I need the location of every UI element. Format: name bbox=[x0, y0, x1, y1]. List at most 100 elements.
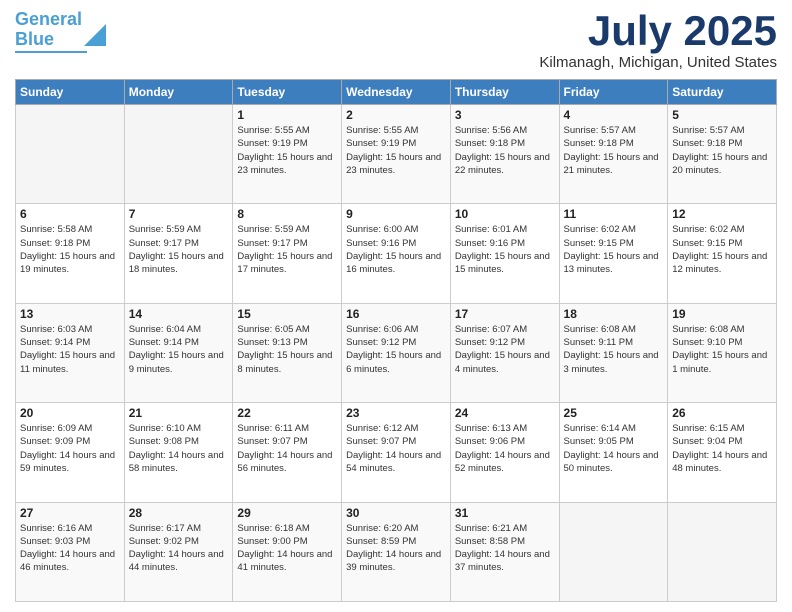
day-number: 25 bbox=[564, 406, 664, 420]
day-number: 5 bbox=[672, 108, 772, 122]
day-number: 22 bbox=[237, 406, 337, 420]
day-number: 18 bbox=[564, 307, 664, 321]
calendar-cell bbox=[559, 502, 668, 601]
weekday-header: Thursday bbox=[450, 80, 559, 105]
calendar-cell: 25Sunrise: 6:14 AM Sunset: 9:05 PM Dayli… bbox=[559, 403, 668, 502]
day-info: Sunrise: 6:08 AM Sunset: 9:10 PM Dayligh… bbox=[672, 323, 772, 376]
day-info: Sunrise: 6:00 AM Sunset: 9:16 PM Dayligh… bbox=[346, 223, 446, 276]
weekday-header: Wednesday bbox=[342, 80, 451, 105]
day-info: Sunrise: 5:55 AM Sunset: 9:19 PM Dayligh… bbox=[237, 124, 337, 177]
day-info: Sunrise: 6:13 AM Sunset: 9:06 PM Dayligh… bbox=[455, 422, 555, 475]
calendar-cell bbox=[668, 502, 777, 601]
month-title: July 2025 bbox=[539, 10, 777, 52]
day-number: 2 bbox=[346, 108, 446, 122]
day-info: Sunrise: 6:18 AM Sunset: 9:00 PM Dayligh… bbox=[237, 522, 337, 575]
day-info: Sunrise: 6:02 AM Sunset: 9:15 PM Dayligh… bbox=[564, 223, 664, 276]
weekday-header: Friday bbox=[559, 80, 668, 105]
day-number: 24 bbox=[455, 406, 555, 420]
day-info: Sunrise: 6:05 AM Sunset: 9:13 PM Dayligh… bbox=[237, 323, 337, 376]
day-info: Sunrise: 6:06 AM Sunset: 9:12 PM Dayligh… bbox=[346, 323, 446, 376]
day-info: Sunrise: 6:10 AM Sunset: 9:08 PM Dayligh… bbox=[129, 422, 229, 475]
calendar-cell: 19 Sunrise: 6:08 AM Sunset: 9:10 PM Dayli… bbox=[668, 303, 777, 402]
day-info: Sunrise: 6:07 AM Sunset: 9:12 PM Dayligh… bbox=[455, 323, 555, 376]
weekday-header: Sunday bbox=[16, 80, 125, 105]
day-number: 31 bbox=[455, 506, 555, 520]
calendar-cell: 24 Sunrise: 6:13 AM Sunset: 9:06 PM Dayli… bbox=[450, 403, 559, 502]
calendar-cell: 14 Sunrise: 6:04 AM Sunset: 9:14 PM Dayli… bbox=[124, 303, 233, 402]
weekday-header: Saturday bbox=[668, 80, 777, 105]
day-info: Sunrise: 5:59 AM Sunset: 9:17 PM Dayligh… bbox=[129, 223, 229, 276]
calendar-cell: 4 Sunrise: 5:57 AM Sunset: 9:18 PM Daylig… bbox=[559, 105, 668, 204]
day-number: 12 bbox=[672, 207, 772, 221]
logo-text: General Blue bbox=[15, 10, 82, 50]
day-info: Sunrise: 6:08 AM Sunset: 9:11 PM Dayligh… bbox=[564, 323, 664, 376]
location: Kilmanagh, Michigan, United States bbox=[539, 54, 777, 71]
calendar-cell: 16 Sunrise: 6:06 AM Sunset: 9:12 PM Dayli… bbox=[342, 303, 451, 402]
logo: General Blue bbox=[15, 10, 106, 53]
day-number: 28 bbox=[129, 506, 229, 520]
logo-icon bbox=[84, 24, 106, 46]
calendar-cell: 31 Sunrise: 6:21 AM Sunset: 8:58 PM Dayli… bbox=[450, 502, 559, 601]
day-info: Sunrise: 5:59 AM Sunset: 9:17 PM Dayligh… bbox=[237, 223, 337, 276]
day-number: 6 bbox=[20, 207, 120, 221]
day-number: 7 bbox=[129, 207, 229, 221]
day-number: 14 bbox=[129, 307, 229, 321]
day-number: 11 bbox=[564, 207, 664, 221]
calendar-cell: 12 Sunrise: 6:02 AM Sunset: 9:15 PM Dayli… bbox=[668, 204, 777, 303]
day-number: 10 bbox=[455, 207, 555, 221]
day-info: Sunrise: 6:16 AM Sunset: 9:03 PM Dayligh… bbox=[20, 522, 120, 575]
day-info: Sunrise: 6:15 AM Sunset: 9:04 PM Dayligh… bbox=[672, 422, 772, 475]
day-number: 13 bbox=[20, 307, 120, 321]
day-info: Sunrise: 6:04 AM Sunset: 9:14 PM Dayligh… bbox=[129, 323, 229, 376]
day-number: 20 bbox=[20, 406, 120, 420]
day-number: 16 bbox=[346, 307, 446, 321]
calendar-cell: 6Sunrise: 5:58 AM Sunset: 9:18 PM Daylig… bbox=[16, 204, 125, 303]
day-number: 27 bbox=[20, 506, 120, 520]
calendar-cell: 27 Sunrise: 6:16 AM Sunset: 9:03 PM Dayli… bbox=[16, 502, 125, 601]
day-number: 4 bbox=[564, 108, 664, 122]
calendar-cell bbox=[124, 105, 233, 204]
weekday-header-row: SundayMondayTuesdayWednesdayThursdayFrid… bbox=[16, 80, 777, 105]
day-number: 29 bbox=[237, 506, 337, 520]
day-info: Sunrise: 5:56 AM Sunset: 9:18 PM Dayligh… bbox=[455, 124, 555, 177]
logo-line2: Blue bbox=[15, 29, 54, 49]
day-info: Sunrise: 6:09 AM Sunset: 9:09 PM Dayligh… bbox=[20, 422, 120, 475]
title-area: July 2025 Kilmanagh, Michigan, United St… bbox=[539, 10, 777, 71]
day-number: 30 bbox=[346, 506, 446, 520]
calendar-week-row: 1 Sunrise: 5:55 AM Sunset: 9:19 PM Daylig… bbox=[16, 105, 777, 204]
calendar-cell: 22 Sunrise: 6:11 AM Sunset: 9:07 PM Dayli… bbox=[233, 403, 342, 502]
day-info: Sunrise: 6:11 AM Sunset: 9:07 PM Dayligh… bbox=[237, 422, 337, 475]
day-info: Sunrise: 6:12 AM Sunset: 9:07 PM Dayligh… bbox=[346, 422, 446, 475]
weekday-header: Monday bbox=[124, 80, 233, 105]
calendar-week-row: 27 Sunrise: 6:16 AM Sunset: 9:03 PM Dayli… bbox=[16, 502, 777, 601]
calendar-cell: 5Sunrise: 5:57 AM Sunset: 9:18 PM Daylig… bbox=[668, 105, 777, 204]
calendar-week-row: 20 Sunrise: 6:09 AM Sunset: 9:09 PM Dayli… bbox=[16, 403, 777, 502]
page: General Blue July 2025 Kilmanagh, Michig… bbox=[0, 0, 792, 612]
day-number: 21 bbox=[129, 406, 229, 420]
calendar-cell: 26Sunrise: 6:15 AM Sunset: 9:04 PM Dayli… bbox=[668, 403, 777, 502]
weekday-header: Tuesday bbox=[233, 80, 342, 105]
day-number: 1 bbox=[237, 108, 337, 122]
calendar-cell: 10 Sunrise: 6:01 AM Sunset: 9:16 PM Dayli… bbox=[450, 204, 559, 303]
day-info: Sunrise: 6:02 AM Sunset: 9:15 PM Dayligh… bbox=[672, 223, 772, 276]
day-number: 17 bbox=[455, 307, 555, 321]
calendar-cell: 17 Sunrise: 6:07 AM Sunset: 9:12 PM Dayli… bbox=[450, 303, 559, 402]
day-number: 9 bbox=[346, 207, 446, 221]
day-number: 19 bbox=[672, 307, 772, 321]
calendar-cell: 2 Sunrise: 5:55 AM Sunset: 9:19 PM Daylig… bbox=[342, 105, 451, 204]
calendar-week-row: 13 Sunrise: 6:03 AM Sunset: 9:14 PM Dayli… bbox=[16, 303, 777, 402]
calendar-cell: 20 Sunrise: 6:09 AM Sunset: 9:09 PM Dayli… bbox=[16, 403, 125, 502]
calendar-cell: 9 Sunrise: 6:00 AM Sunset: 9:16 PM Daylig… bbox=[342, 204, 451, 303]
calendar-cell: 30Sunrise: 6:20 AM Sunset: 8:59 PM Dayli… bbox=[342, 502, 451, 601]
day-info: Sunrise: 6:01 AM Sunset: 9:16 PM Dayligh… bbox=[455, 223, 555, 276]
day-info: Sunrise: 6:21 AM Sunset: 8:58 PM Dayligh… bbox=[455, 522, 555, 575]
calendar-cell: 29 Sunrise: 6:18 AM Sunset: 9:00 PM Dayli… bbox=[233, 502, 342, 601]
header: General Blue July 2025 Kilmanagh, Michig… bbox=[15, 10, 777, 71]
logo-line1: General bbox=[15, 9, 82, 29]
day-info: Sunrise: 5:55 AM Sunset: 9:19 PM Dayligh… bbox=[346, 124, 446, 177]
day-info: Sunrise: 5:57 AM Sunset: 9:18 PM Dayligh… bbox=[564, 124, 664, 177]
calendar-cell: 8 Sunrise: 5:59 AM Sunset: 9:17 PM Daylig… bbox=[233, 204, 342, 303]
day-info: Sunrise: 6:03 AM Sunset: 9:14 PM Dayligh… bbox=[20, 323, 120, 376]
calendar: SundayMondayTuesdayWednesdayThursdayFrid… bbox=[15, 79, 777, 602]
day-number: 8 bbox=[237, 207, 337, 221]
